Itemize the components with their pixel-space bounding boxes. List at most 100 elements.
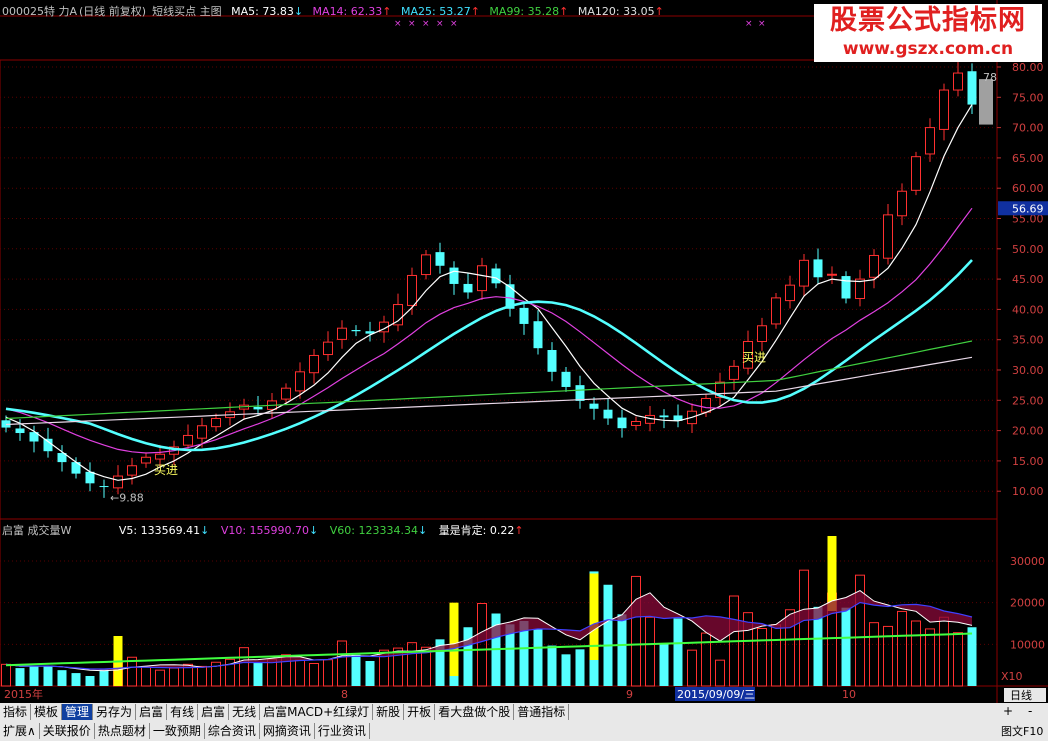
candle-down: [533, 321, 543, 349]
candle-up: [337, 327, 347, 340]
ma99-arrow-icon: ↑: [559, 5, 569, 18]
volume-bar-up: [239, 647, 249, 687]
volume-bar-up: [295, 659, 305, 687]
ma99-value: MA99: 35.28↑: [489, 5, 569, 18]
formula-name[interactable]: 短线买点 主图: [152, 5, 222, 18]
period-button-label: 日线: [1010, 688, 1032, 702]
volume-bar-down: [85, 676, 95, 686]
current-price-label: 56.69: [1012, 202, 1044, 215]
candle-down: [491, 268, 501, 284]
top-signal-marker: ×: [394, 19, 402, 29]
candle-up: [295, 371, 305, 392]
volume-bar-up: [757, 628, 767, 687]
v10-value: V10: 155990.70↓: [220, 524, 319, 537]
top-signal-marker: ×: [408, 19, 416, 29]
volume-bar-down: [967, 627, 977, 686]
volume-bar-up: [939, 616, 949, 687]
volume-bar-up: [477, 603, 487, 687]
candle-down: [561, 371, 571, 387]
candle-up: [785, 284, 795, 302]
tuwen-f10-button[interactable]: 图文F10: [1001, 723, 1043, 739]
indicator-tab-9[interactable]: 新股: [373, 704, 405, 720]
candle-up: [477, 265, 487, 292]
volume-bar-up: [141, 666, 151, 687]
volume-bar-down: [673, 618, 683, 686]
info-tab-4[interactable]: 综合资讯: [205, 723, 260, 739]
volume-bar-up: [897, 610, 907, 687]
candle-up: [197, 425, 207, 439]
main-chart-header: 000025特 力A (日线 前复权) 短线买点 主图 MA5: 73.83↓ MA…: [2, 3, 670, 19]
volume-highlight-bar: [589, 573, 599, 660]
candle-down: [603, 409, 613, 419]
volume-indicator-name[interactable]: 启富 成交量W: [2, 524, 71, 537]
watermark-url: www.gszx.com.cn: [842, 39, 1014, 59]
info-tab-2[interactable]: 热点题材: [95, 723, 150, 739]
candle-down: [15, 428, 25, 434]
candle-up: [323, 341, 333, 356]
top-signal-marker: ×: [758, 19, 766, 29]
zoom-in-button[interactable]: +: [1003, 704, 1013, 718]
candle-down: [589, 403, 599, 409]
indicator-tab-4[interactable]: 启富: [136, 704, 168, 720]
volume-bar-up: [925, 628, 935, 687]
volume-bar-up: [337, 640, 347, 687]
volume-bar-up: [911, 620, 921, 687]
zoom-out-button[interactable]: -: [1028, 704, 1032, 718]
volume-bar-down: [365, 661, 375, 686]
volume-bar-up: [407, 642, 417, 687]
price-axis-label: 15.00: [1012, 455, 1044, 468]
indicator-tab-12[interactable]: 普通指标: [514, 704, 570, 720]
candle-down: [351, 330, 361, 332]
info-tab-3[interactable]: 一致预期: [150, 723, 205, 739]
volume-bar-down: [29, 666, 39, 686]
price-axis-label: 65.00: [1012, 152, 1044, 165]
buy-signal-label: 买进: [154, 463, 178, 477]
confirm-arrow-icon: ↑: [514, 524, 524, 537]
period-label: (日线 前复权): [79, 5, 147, 18]
stock-chart[interactable]: 80.0075.0070.0065.0060.0055.0050.0045.00…: [0, 0, 1048, 703]
candle-up: [953, 72, 963, 91]
candle-down: [967, 71, 977, 105]
candle-up: [281, 387, 291, 400]
volume-bar-down: [43, 665, 53, 686]
candle-down: [463, 283, 473, 293]
candle-down: [841, 276, 851, 299]
stock-code-name[interactable]: 000025特 力A: [2, 5, 77, 18]
info-tab-5[interactable]: 网摘资讯: [260, 723, 315, 739]
indicator-tab-3[interactable]: 另存为: [93, 704, 137, 720]
ma25-arrow-icon: ↑: [470, 5, 480, 18]
indicator-tab-1[interactable]: 模板: [31, 704, 63, 720]
candle-up: [911, 156, 921, 191]
volume-header: 启富 成交量W V5: 133569.41↓ V10: 155990.70↓ V…: [2, 522, 532, 538]
volume-unit-label: X10: [1001, 670, 1023, 683]
candle-up: [183, 434, 193, 446]
info-tab-1[interactable]: 关联报价: [40, 723, 95, 739]
candle-down: [435, 252, 445, 266]
volume-bar-down: [561, 654, 571, 686]
buy-signal-label: 买进: [742, 351, 766, 365]
indicator-tab-6[interactable]: 启富: [198, 704, 230, 720]
ma14-value: MA14: 62.33↑: [312, 5, 392, 18]
indicator-tab-10[interactable]: 开板: [404, 704, 436, 720]
indicator-tab-8[interactable]: 启富MACD+红绿灯: [260, 704, 374, 720]
candle-down: [547, 350, 557, 372]
info-tab-6[interactable]: 行业资讯: [315, 723, 370, 739]
price-axis-label: 40.00: [1012, 303, 1044, 316]
volume-bar-up: [169, 667, 179, 687]
indicator-tab-2[interactable]: 管理: [62, 704, 94, 720]
indicator-tab-5[interactable]: 有线: [167, 704, 199, 720]
top-signal-marker: ×: [745, 19, 753, 29]
indicator-tab-7[interactable]: 无线: [229, 704, 261, 720]
date-axis-label: 9: [626, 688, 633, 701]
v5-arrow-icon: ↓: [200, 524, 210, 537]
indicator-tab-0[interactable]: 指标: [0, 704, 32, 720]
date-axis-label: 2015年: [4, 687, 43, 701]
candle-up: [799, 259, 809, 287]
volume-bar-down: [71, 673, 81, 686]
candle-down: [575, 385, 585, 401]
price-axis-label: 10.00: [1012, 485, 1044, 498]
indicator-tab-11[interactable]: 看大盘做个股: [435, 704, 515, 720]
info-tab-0[interactable]: 扩展∧: [0, 723, 40, 739]
price-axis-label: 20.00: [1012, 425, 1044, 438]
ma5-line: [5, 104, 973, 481]
